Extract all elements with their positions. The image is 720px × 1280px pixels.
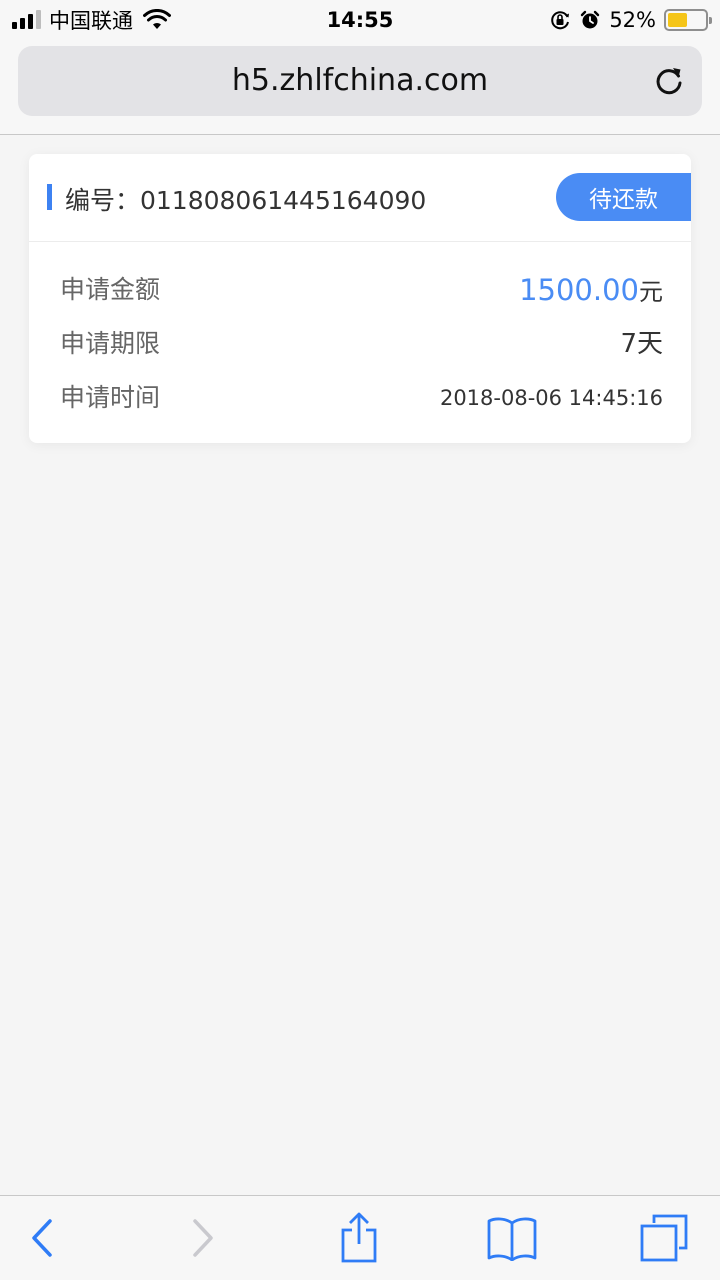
share-button[interactable] [329, 1212, 389, 1264]
forward-icon [193, 1219, 213, 1257]
term-label: 申请期限 [60, 329, 161, 358]
bookmarks-icon [487, 1217, 537, 1261]
loan-card[interactable]: 编号：011808061445164090 待还款 申请金额 1500.00元 … [29, 154, 691, 443]
tabs-button[interactable] [634, 1212, 694, 1264]
amount-unit: 元 [639, 278, 663, 306]
tabs-icon [640, 1214, 688, 1262]
amount-value: 1500.00元 [519, 270, 663, 315]
time-label: 申请时间 [60, 383, 161, 412]
card-header: 编号：011808061445164090 待还款 [29, 154, 691, 242]
row-time: 申请时间 2018-08-06 14:45:16 [60, 378, 663, 418]
orientation-lock-icon [551, 11, 570, 30]
bookmarks-button[interactable] [482, 1212, 542, 1264]
reload-icon[interactable] [652, 64, 686, 98]
row-amount: 申请金额 1500.00元 [60, 270, 663, 310]
battery-level [668, 13, 687, 27]
forward-button[interactable] [173, 1212, 233, 1264]
browser-toolbar [0, 1195, 720, 1280]
accent-bar [47, 184, 52, 210]
battery-icon [664, 9, 712, 31]
battery-percentage: 52% [609, 8, 656, 32]
status-badge: 待还款 [556, 173, 691, 221]
status-right: 52% [549, 6, 712, 34]
alarm-icon [581, 10, 600, 29]
back-icon [32, 1219, 52, 1257]
url-text[interactable]: h5.zhlfchina.com [18, 46, 702, 116]
back-button[interactable] [12, 1212, 72, 1264]
amount-number: 1500.00 [519, 273, 639, 307]
term-value: 7天 [620, 329, 663, 359]
row-term: 申请期限 7天 [60, 324, 663, 364]
time-value: 2018-08-06 14:45:16 [439, 386, 663, 410]
status-bar: 中国联通 14:55 52% [0, 0, 720, 40]
browser-header: h5.zhlfchina.com [0, 40, 720, 135]
amount-label: 申请金额 [60, 275, 161, 304]
order-number: 编号：011808061445164090 [65, 186, 427, 215]
address-bar[interactable]: h5.zhlfchina.com [18, 46, 702, 116]
share-icon [341, 1212, 377, 1263]
